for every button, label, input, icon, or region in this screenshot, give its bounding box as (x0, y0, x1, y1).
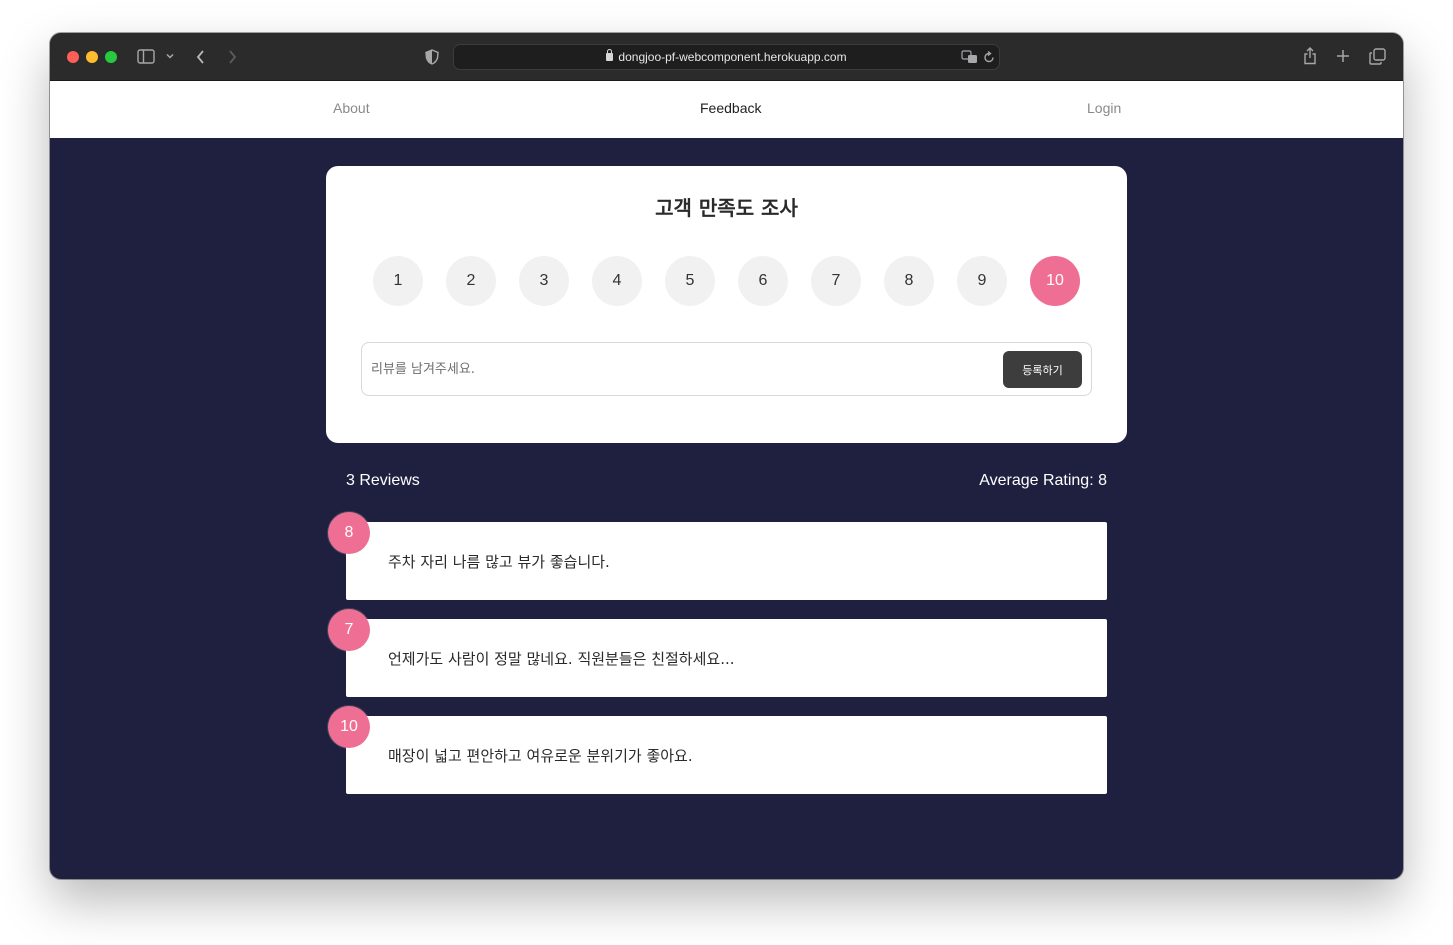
review-text: 언제가도 사람이 정말 많네요. 직원분들은 친절하세요... (388, 650, 735, 668)
share-icon[interactable] (1303, 47, 1317, 65)
review-rating-badge: 10 (328, 706, 370, 748)
back-icon[interactable] (195, 49, 207, 65)
review-text: 주차 자리 나름 많고 뷰가 좋습니다. (388, 553, 610, 571)
review-rating-badge: 8 (328, 512, 370, 554)
review-count: 3 Reviews (346, 472, 420, 489)
zoom-window-button[interactable] (105, 51, 117, 63)
nav-link-feedback[interactable]: Feedback (700, 100, 761, 116)
sidebar-icon[interactable] (137, 49, 155, 64)
close-window-button[interactable] (67, 51, 79, 63)
review-input[interactable] (371, 351, 991, 387)
rating-button-3[interactable]: 3 (519, 256, 569, 306)
shield-icon[interactable] (425, 49, 439, 65)
review-text: 매장이 넓고 편안하고 여유로운 분위기가 좋아요. (388, 747, 693, 765)
rating-button-5[interactable]: 5 (665, 256, 715, 306)
rating-button-4[interactable]: 4 (592, 256, 642, 306)
review-item: 매장이 넓고 편안하고 여유로운 분위기가 좋아요. 10 (328, 706, 1107, 794)
review-form: 등록하기 (361, 342, 1092, 396)
minimize-window-button[interactable] (86, 51, 98, 63)
review-item: 언제가도 사람이 정말 많네요. 직원분들은 친절하세요... 7 (328, 609, 1107, 697)
tabs-icon[interactable] (1369, 48, 1386, 65)
rating-button-1[interactable]: 1 (373, 256, 423, 306)
site-nav: About Feedback Login (50, 81, 1403, 138)
address-bar[interactable]: dongjoo-pf-webcomponent.herokuapp.com (453, 44, 1000, 70)
rating-button-10[interactable]: 10 (1030, 256, 1080, 306)
review-rating-badge: 7 (328, 609, 370, 651)
forward-icon[interactable] (226, 49, 238, 65)
browser-window: dongjoo-pf-webcomponent.herokuapp.com Ab… (50, 33, 1403, 879)
url-text: dongjoo-pf-webcomponent.herokuapp.com (618, 50, 847, 64)
rating-button-7[interactable]: 7 (811, 256, 861, 306)
submit-review-button[interactable]: 등록하기 (1003, 351, 1082, 388)
rating-button-9[interactable]: 9 (957, 256, 1007, 306)
rating-button-2[interactable]: 2 (446, 256, 496, 306)
survey-title: 고객 만족도 조사 (655, 196, 798, 220)
translate-icon[interactable] (961, 50, 979, 64)
review-item: 주차 자리 나름 많고 뷰가 좋습니다. 8 (328, 512, 1107, 600)
survey-card: 고객 만족도 조사 1 2 3 4 5 6 7 8 9 10 등록하기 (326, 166, 1127, 443)
reload-icon[interactable] (983, 50, 995, 64)
plus-icon[interactable] (1336, 49, 1350, 63)
lock-icon (606, 49, 614, 61)
rating-button-8[interactable]: 8 (884, 256, 934, 306)
nav-link-login[interactable]: Login (1087, 100, 1121, 116)
chevron-down-icon[interactable] (165, 51, 175, 61)
nav-link-about[interactable]: About (333, 100, 370, 116)
average-rating: Average Rating: 8 (979, 472, 1107, 489)
rating-button-6[interactable]: 6 (738, 256, 788, 306)
browser-titlebar: dongjoo-pf-webcomponent.herokuapp.com (50, 33, 1403, 81)
